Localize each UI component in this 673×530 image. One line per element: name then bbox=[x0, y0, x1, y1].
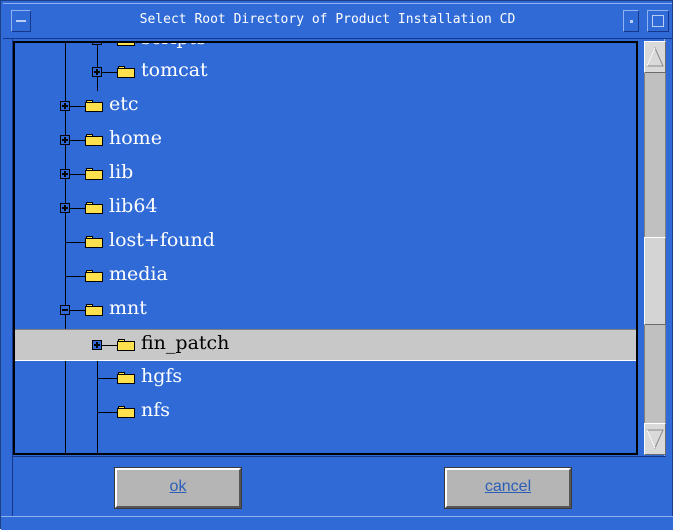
window-title: Select Root Directory of Product Install… bbox=[139, 12, 516, 27]
scrollbar-thumb[interactable] bbox=[644, 237, 666, 325]
tree-row-nfs[interactable]: nfs bbox=[15, 397, 636, 429]
tree-connector bbox=[65, 242, 85, 243]
maximize-button[interactable] bbox=[647, 10, 669, 32]
bottom-frame bbox=[1, 516, 673, 530]
folder-icon bbox=[117, 372, 135, 384]
tree-row-label: lib bbox=[109, 161, 134, 183]
tree-connector bbox=[97, 378, 117, 379]
tree-row-tomcat[interactable]: tomcat bbox=[15, 57, 636, 89]
arrow-up-icon bbox=[646, 46, 664, 67]
scroll-up-button[interactable] bbox=[644, 41, 666, 73]
tree-row-label: scripts bbox=[141, 43, 206, 49]
tree-row-label: mnt bbox=[109, 297, 147, 319]
vertical-scrollbar[interactable] bbox=[640, 41, 670, 455]
tree-row-home[interactable]: home bbox=[15, 125, 636, 157]
tree-row-label: tomcat bbox=[141, 59, 208, 81]
window-menu-button[interactable] bbox=[11, 10, 31, 32]
tree-row-hgfs[interactable]: hgfs bbox=[15, 363, 636, 395]
folder-icon bbox=[117, 66, 135, 78]
tree-row-label: nfs bbox=[141, 399, 171, 421]
expand-icon[interactable] bbox=[60, 135, 70, 145]
expand-icon[interactable] bbox=[60, 169, 70, 179]
collapse-icon[interactable] bbox=[60, 305, 70, 315]
arrow-down-icon bbox=[646, 429, 664, 450]
scroll-down-button[interactable] bbox=[644, 423, 666, 455]
tree-row-label: hgfs bbox=[141, 365, 183, 387]
expand-icon[interactable] bbox=[92, 67, 102, 77]
left-frame bbox=[1, 39, 13, 530]
tree-row-label: home bbox=[109, 127, 162, 149]
folder-icon bbox=[85, 270, 103, 282]
tree-row-media[interactable]: media bbox=[15, 261, 636, 293]
expand-icon[interactable] bbox=[60, 203, 70, 213]
expand-icon[interactable] bbox=[92, 340, 102, 350]
tree-row-lib[interactable]: lib bbox=[15, 159, 636, 191]
tree-row-etc[interactable]: etc bbox=[15, 91, 636, 123]
folder-icon bbox=[85, 202, 103, 214]
tree-connector bbox=[97, 412, 117, 413]
folder-icon bbox=[117, 339, 135, 351]
title-bar[interactable]: Select Root Directory of Product Install… bbox=[3, 3, 672, 39]
tree-row-label: etc bbox=[109, 93, 139, 115]
tree-row-label: lost+found bbox=[109, 229, 215, 251]
expand-icon[interactable] bbox=[60, 101, 70, 111]
folder-icon bbox=[85, 304, 103, 316]
button-bar: ok cancel bbox=[13, 456, 666, 516]
ok-button[interactable]: ok bbox=[114, 467, 242, 509]
dialog-window: Select Root Directory of Product Install… bbox=[0, 0, 673, 530]
tree-row-scripts[interactable]: scripts bbox=[15, 43, 636, 57]
folder-icon bbox=[117, 406, 135, 418]
tree-row-label: media bbox=[109, 263, 168, 285]
folder-icon bbox=[117, 43, 135, 46]
folder-icon bbox=[85, 168, 103, 180]
tree-row-label: lib64 bbox=[109, 195, 158, 217]
cancel-button[interactable]: cancel bbox=[444, 467, 572, 509]
expand-icon[interactable] bbox=[92, 43, 102, 45]
directory-tree[interactable]: scripts tomcatetc home lib lib64 lost+found me… bbox=[13, 41, 638, 455]
folder-icon bbox=[85, 134, 103, 146]
tree-row-lib64[interactable]: lib64 bbox=[15, 193, 636, 225]
tree-row-lost-found[interactable]: lost+found bbox=[15, 227, 636, 259]
tree-connector bbox=[65, 276, 85, 277]
minimize-button[interactable] bbox=[623, 10, 639, 32]
folder-icon bbox=[85, 236, 103, 248]
tree-row-label: fin_patch bbox=[141, 332, 230, 354]
tree-row-fin-patch[interactable]: fin_patch bbox=[15, 329, 636, 361]
tree-row-mnt[interactable]: mnt bbox=[15, 295, 636, 327]
folder-icon bbox=[85, 100, 103, 112]
